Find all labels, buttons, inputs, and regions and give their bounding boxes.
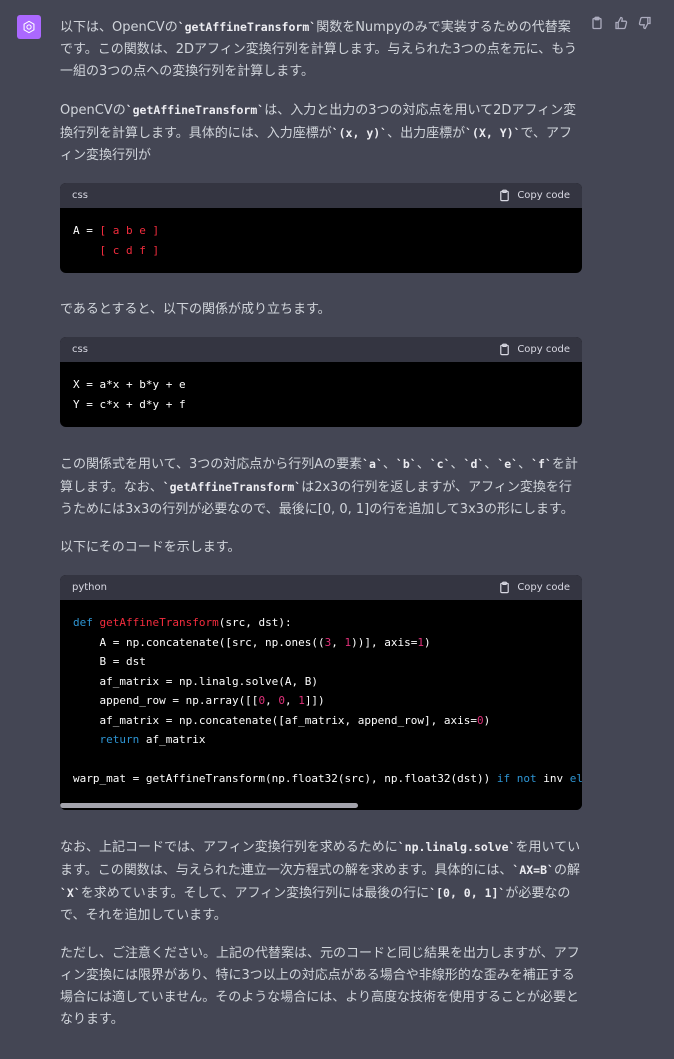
assistant-message: 以下は、OpenCVの`getAffineTransform`関数をNumpyの…: [60, 16, 582, 1047]
clipboard-icon[interactable]: [590, 16, 604, 30]
code-content: X = a*x + b*y + e Y = c*x + d*y + f: [73, 378, 186, 411]
clipboard-icon: [500, 581, 510, 594]
thumbs-up-icon[interactable]: [614, 16, 628, 30]
code-header: css Copy code: [60, 337, 582, 362]
code-content: def getAffineTransform(src, dst): A = np…: [73, 616, 582, 785]
scrollbar-thumb[interactable]: [60, 802, 358, 808]
code-language: python: [72, 582, 107, 593]
code-block-python: python Copy code def getAffineTransform(…: [60, 575, 582, 810]
code-language: css: [72, 190, 88, 201]
paragraph-intro: 以下は、OpenCVの`getAffineTransform`関数をNumpyの…: [60, 20, 577, 79]
paragraph-relation: であるとすると、以下の関係が成り立ちます。: [60, 302, 331, 317]
code-header: python Copy code: [60, 575, 582, 600]
paragraph-solve-note: なお、上記コードでは、アフィン変換行列を求めるために`np.linalg.sol…: [60, 839, 581, 923]
paragraph-caution: ただし、ご注意ください。上記の代替案は、元のコードと同じ結果を出力しますが、アフ…: [60, 945, 580, 1027]
code-block-matrix: css Copy code A = [ a b e ] [ c d f ]: [60, 183, 582, 273]
horizontal-scrollbar[interactable]: [60, 801, 582, 810]
thumbs-down-icon[interactable]: [638, 16, 652, 30]
paragraph-code-intro: 以下にそのコードを示します。: [60, 540, 241, 555]
copy-code-button[interactable]: Copy code: [498, 189, 570, 202]
code-language: css: [72, 344, 88, 355]
code-header: css Copy code: [60, 183, 582, 208]
assistant-avatar: [17, 15, 41, 39]
clipboard-icon: [500, 343, 510, 356]
copy-code-button[interactable]: Copy code: [498, 343, 570, 356]
code-block-equations: css Copy code X = a*x + b*y + e Y = c*x …: [60, 337, 582, 427]
code-content: A = [ a b e ] [ c d f ]: [73, 224, 160, 257]
message-actions: [590, 16, 652, 30]
paragraph-explanation: OpenCVの`getAffineTransform`は、入力と出力の3つの対応…: [60, 103, 577, 163]
paragraph-elements: この関係式を用いて、3つの対応点から行列Aの要素`a`、`b`、`c`、`d`、…: [60, 457, 578, 517]
openai-logo-icon: [23, 20, 35, 34]
copy-code-button[interactable]: Copy code: [498, 581, 570, 594]
clipboard-icon: [500, 189, 510, 202]
